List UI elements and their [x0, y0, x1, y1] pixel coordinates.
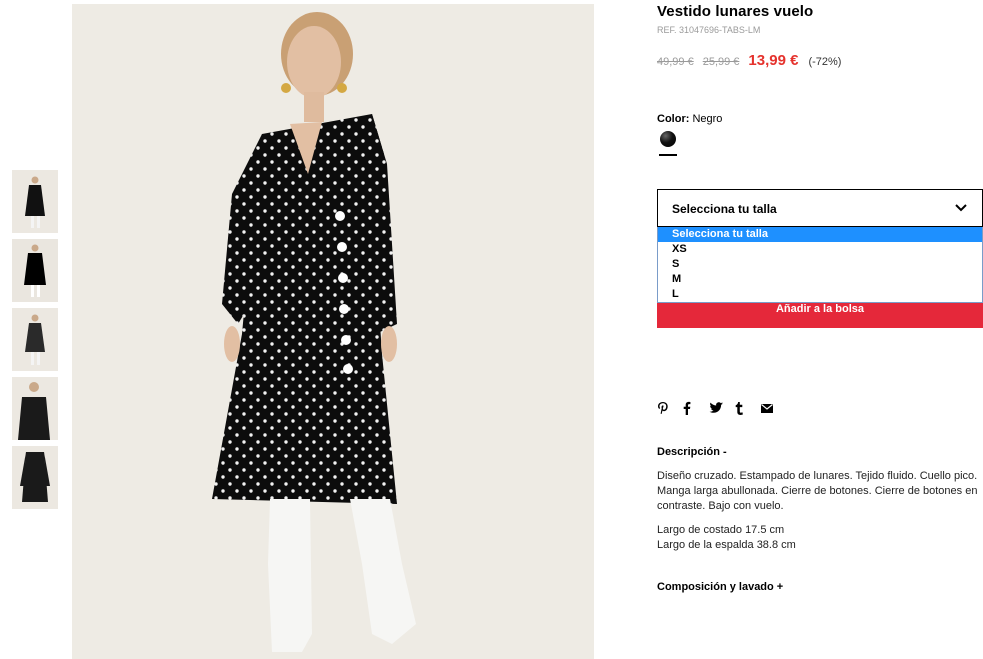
color-label-row: Color: Negro: [657, 113, 722, 125]
thumbnail-3[interactable]: [12, 308, 58, 371]
size-option-l[interactable]: L: [658, 287, 982, 302]
share-icons: [657, 400, 787, 416]
thumbnail-1[interactable]: [12, 170, 58, 233]
previous-price: 25,99 €: [702, 56, 740, 68]
size-dropdown-list: Selecciona tu talla XS S M L: [657, 227, 983, 303]
thumbnail-5[interactable]: [12, 446, 58, 509]
sale-price: 13,99 €: [748, 52, 799, 69]
color-label: Color:: [657, 113, 690, 125]
tumblr-icon[interactable]: [735, 400, 761, 416]
color-value: Negro: [692, 113, 723, 125]
size-option-xs[interactable]: XS: [658, 242, 982, 257]
thumbnail-gallery: [12, 170, 58, 515]
swatch-selected-indicator: [659, 154, 677, 156]
measure-side-length: Largo de costado 17.5 cm: [657, 524, 785, 536]
size-select-value: Selecciona tu talla: [672, 202, 777, 216]
size-select[interactable]: Selecciona tu talla: [657, 189, 983, 227]
size-option-placeholder[interactable]: Selecciona tu talla: [658, 227, 982, 242]
twitter-icon[interactable]: [709, 400, 735, 416]
discount-badge: (-72%): [808, 56, 842, 68]
pinterest-icon[interactable]: [657, 400, 683, 416]
color-swatch-black[interactable]: [660, 131, 676, 147]
product-title: Vestido lunares vuelo: [657, 3, 814, 20]
email-icon[interactable]: [761, 400, 787, 416]
original-price: 49,99 €: [657, 56, 694, 68]
composition-toggle[interactable]: Composición y lavado +: [657, 581, 783, 593]
description-text: Diseño cruzado. Estampado de lunares. Te…: [657, 470, 978, 512]
thumbnail-2[interactable]: [12, 239, 58, 302]
chevron-down-icon: [955, 204, 967, 212]
product-reference: REF. 31047696-TABS-LM: [657, 25, 761, 35]
measure-back-length: Largo de la espalda 38.8 cm: [657, 539, 796, 551]
product-main-image[interactable]: [72, 4, 594, 659]
facebook-icon[interactable]: [683, 400, 709, 416]
price-row: 49,99 € 25,99 € 13,99 € (-72%): [657, 52, 841, 69]
size-option-m[interactable]: M: [658, 272, 982, 287]
size-option-s[interactable]: S: [658, 257, 982, 272]
description-toggle[interactable]: Descripción -: [657, 446, 727, 458]
thumbnail-4[interactable]: [12, 377, 58, 440]
